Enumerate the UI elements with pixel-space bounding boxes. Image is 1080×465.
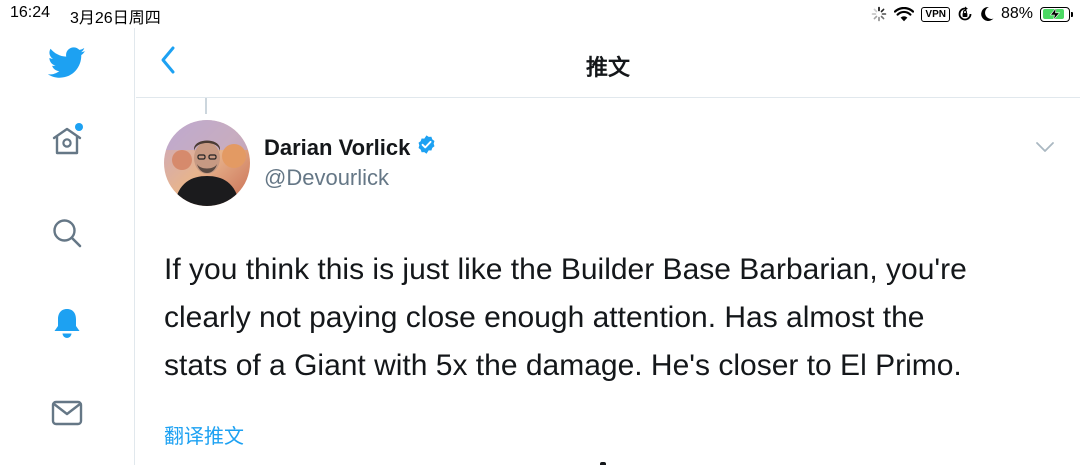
sidebar-item-twitter-logo[interactable] bbox=[37, 33, 97, 93]
tweet-menu-button[interactable] bbox=[1032, 138, 1058, 160]
do-not-disturb-moon-icon bbox=[980, 6, 994, 22]
battery-charging-icon bbox=[1040, 6, 1073, 22]
status-indicators: VPN 88% bbox=[871, 3, 1073, 25]
translate-tweet-link[interactable]: 翻译推文 bbox=[164, 420, 244, 449]
author-handle[interactable]: @Devourlick bbox=[264, 165, 389, 191]
activity-spinner-icon bbox=[871, 6, 887, 22]
thread-connector-line bbox=[205, 98, 207, 114]
author-name-text: Darian Vorlick bbox=[264, 134, 411, 160]
tweet-text-line: stats of a Giant with 5x the damage. He'… bbox=[164, 349, 962, 382]
sidebar-item-search[interactable] bbox=[37, 203, 97, 263]
home-unread-dot bbox=[75, 123, 83, 131]
status-bar: 16:24 3月26日周四 VPN 88% bbox=[0, 0, 1080, 28]
status-date: 3月26日周四 bbox=[70, 10, 161, 27]
twitter-bird-icon bbox=[48, 47, 86, 79]
sidebar-nav bbox=[0, 28, 135, 465]
wifi-icon bbox=[894, 6, 915, 22]
verified-badge-icon bbox=[416, 134, 437, 161]
tweet-text-line: clearly not paying close enough attentio… bbox=[164, 301, 925, 334]
tweet-text-line: If you think this is just like the Build… bbox=[164, 253, 967, 286]
author-name[interactable]: Darian Vorlick bbox=[264, 134, 437, 161]
messages-envelope-icon bbox=[51, 399, 83, 427]
tweet-detail-header: 推文 bbox=[136, 28, 1080, 98]
battery-percent: 88% bbox=[1000, 5, 1033, 22]
search-icon bbox=[51, 217, 83, 249]
sidebar-item-messages[interactable] bbox=[37, 383, 97, 443]
vpn-icon: VPN bbox=[921, 6, 950, 22]
tweet-text: If you think this is just like the Build… bbox=[164, 246, 1054, 390]
sidebar-item-home[interactable] bbox=[37, 111, 97, 171]
page-title: 推文 bbox=[585, 55, 630, 80]
avatar[interactable] bbox=[164, 120, 250, 206]
rotation-lock-icon bbox=[957, 6, 973, 22]
status-time: 16:24 bbox=[10, 4, 51, 21]
notifications-bell-icon bbox=[52, 307, 82, 339]
chevron-down-icon bbox=[1035, 140, 1055, 158]
sidebar-item-notifications[interactable] bbox=[37, 293, 97, 353]
